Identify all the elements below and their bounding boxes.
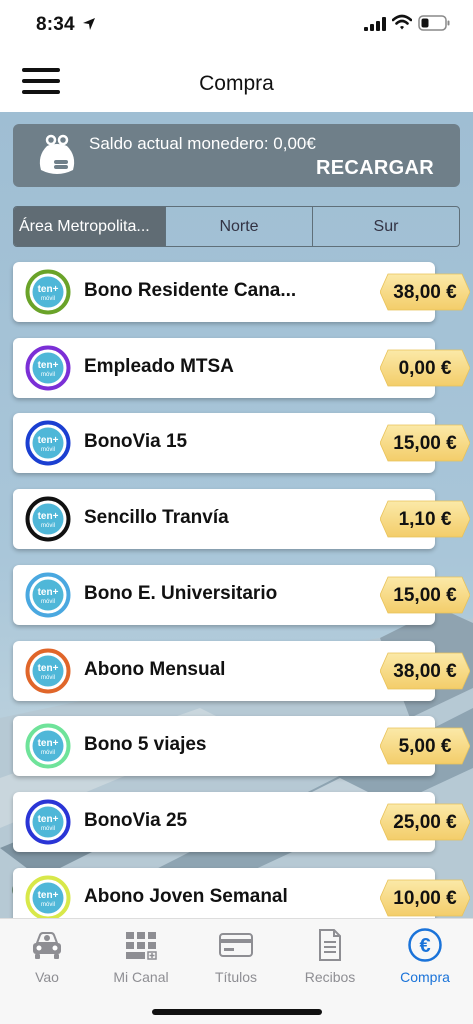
nav-mi-canal[interactable]: Mi Canal — [94, 927, 188, 985]
price-tag[interactable]: 38,00 € — [380, 272, 470, 312]
svg-text:ten+: ten+ — [38, 511, 59, 522]
svg-text:ten+: ten+ — [38, 663, 59, 674]
status-time: 8:34 — [36, 14, 75, 35]
svg-text:€: € — [419, 935, 430, 957]
wallet-panel: Saldo actual monedero: 0,00€ RECARGAR — [13, 124, 460, 187]
price-tag[interactable]: 0,00 € — [380, 348, 470, 388]
header: Compra — [0, 52, 473, 112]
zone-tabs: Área Metropolita... Norte Sur — [13, 206, 460, 247]
price-tag[interactable]: 15,00 € — [380, 575, 470, 615]
nav-label-recibos: Recibos — [304, 969, 356, 985]
price-tag[interactable]: 25,00 € — [380, 802, 470, 842]
nav-label-compra: Compra — [400, 969, 450, 985]
ten-movil-logo-icon: ten+móvil — [25, 799, 71, 845]
ten-movil-logo-icon: ten+móvil — [25, 723, 71, 769]
card-icon — [219, 933, 253, 957]
product-price: 10,00 € — [393, 887, 457, 909]
product-name: Empleado MTSA — [84, 355, 234, 377]
ten-movil-logo-icon: ten+móvil — [25, 496, 71, 542]
recharge-button[interactable]: RECARGAR — [316, 157, 434, 180]
nav-label-mi-canal: Mi Canal — [113, 969, 169, 985]
product-card[interactable]: ten+ móvil Bono Residente Cana... — [13, 262, 435, 322]
svg-text:ten+: ten+ — [38, 738, 59, 749]
product-price: 0,00 € — [398, 357, 452, 379]
product-card[interactable]: ten+ móvil Sencillo Tranvía — [13, 489, 435, 550]
product-price: 1,10 € — [398, 509, 452, 531]
tab-norte[interactable]: Norte — [165, 207, 312, 246]
product-price: 15,00 € — [393, 584, 457, 606]
ten-movil-logo-icon: ten+móvil — [25, 345, 71, 391]
price-tag[interactable]: 38,00 € — [380, 651, 470, 691]
product-name: Abono Mensual — [84, 658, 226, 680]
nav-recibos[interactable]: Recibos — [283, 927, 377, 985]
home-indicator — [152, 1009, 322, 1015]
product-card[interactable]: ten+ móvil BonoVia 15 — [13, 413, 435, 474]
purchase-content: Saldo actual monedero: 0,00€ RECARGAR Ár… — [0, 112, 473, 918]
svg-text:móvil: móvil — [41, 447, 55, 453]
product-price: 38,00 € — [393, 660, 457, 682]
svg-text:ten+: ten+ — [38, 890, 59, 901]
price-tag[interactable]: 1,10 € — [380, 499, 470, 539]
receipt-icon — [319, 929, 341, 961]
svg-text:ten+: ten+ — [38, 360, 59, 371]
nav-compra[interactable]: € Compra — [378, 927, 472, 985]
svg-text:móvil: móvil — [41, 675, 55, 681]
product-card[interactable]: ten+ móvil BonoVia 25 — [13, 791, 435, 852]
price-tag[interactable]: 10,00 € — [380, 878, 470, 918]
product-card[interactable]: ten+ móvil Abono Mensual — [13, 640, 435, 701]
product-name: Abono Joven Semanal — [84, 885, 288, 907]
svg-text:ten+: ten+ — [38, 435, 59, 446]
battery-icon — [418, 15, 450, 31]
status-bar: 8:34 — [0, 0, 473, 52]
svg-text:móvil: móvil — [41, 902, 55, 908]
ten-movil-logo-icon: ten+móvil — [25, 269, 71, 315]
tab-sur[interactable]: Sur — [312, 207, 459, 246]
nav-label-vao: Vao — [35, 969, 59, 985]
car-icon — [33, 932, 61, 959]
product-name: BonoVia 15 — [84, 431, 188, 453]
price-tag[interactable]: 5,00 € — [380, 726, 470, 766]
product-name: Bono E. Universitario — [84, 582, 278, 604]
product-name: BonoVia 25 — [84, 809, 188, 831]
product-price: 38,00 € — [393, 282, 457, 303]
svg-text:ten+: ten+ — [38, 587, 59, 598]
svg-text:móvil: móvil — [41, 750, 55, 756]
svg-text:móvil: móvil — [41, 523, 55, 529]
product-card[interactable]: ten+ móvil Bono E. Universitario — [13, 564, 435, 625]
svg-text:móvil: móvil — [41, 826, 55, 832]
product-name: Bono 5 viajes — [84, 734, 207, 756]
ten-movil-logo-icon: ten+móvil — [25, 420, 71, 466]
product-name: Bono Residente Cana... — [84, 280, 297, 301]
product-price: 25,00 € — [393, 811, 457, 833]
ten-movil-logo-icon: ten+móvil — [25, 648, 71, 693]
product-card[interactable]: ten+ móvil Abono Joven Semanal — [13, 867, 435, 918]
page-title: Compra — [199, 72, 274, 95]
grid-icon — [126, 932, 157, 960]
wifi-icon — [392, 14, 412, 30]
tab-area-metropolitana[interactable]: Área Metropolita... — [14, 207, 165, 246]
product-price: 5,00 € — [398, 736, 452, 758]
svg-text:móvil: móvil — [41, 296, 55, 302]
svg-text:móvil: móvil — [41, 599, 55, 605]
signal-icon — [364, 17, 386, 31]
svg-text:ten+: ten+ — [38, 284, 59, 295]
ten-movil-logo-icon: ten+móvil — [25, 572, 71, 618]
product-card[interactable]: ten+ móvil Empleado MTSA — [13, 337, 435, 398]
money-bag-icon — [39, 134, 75, 174]
price-tag[interactable]: 15,00 € — [380, 423, 470, 463]
nav-vao[interactable]: Vao — [0, 927, 94, 985]
product-price: 15,00 € — [393, 433, 457, 455]
product-card[interactable]: ten+ móvil Bono 5 viajes — [13, 716, 435, 777]
nav-label-titulos: Títulos — [214, 969, 257, 985]
svg-text:ten+: ten+ — [38, 814, 59, 825]
nav-titulos[interactable]: Títulos — [189, 927, 283, 985]
euro-icon: € — [408, 928, 442, 962]
product-name: Sencillo Tranvía — [84, 507, 229, 529]
location-arrow-icon — [83, 18, 95, 30]
ten-movil-logo-icon: ten+móvil — [25, 875, 71, 918]
wallet-balance: Saldo actual monedero: 0,00€ — [89, 134, 316, 153]
svg-text:móvil: móvil — [41, 372, 55, 378]
